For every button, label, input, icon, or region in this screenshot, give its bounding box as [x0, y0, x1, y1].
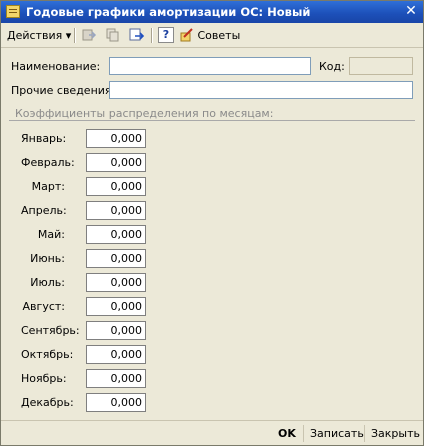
month-field-february[interactable]: 0,000 — [86, 153, 146, 172]
document-window: Годовые графики амортизации ОС: Новый ✕ … — [0, 0, 424, 446]
footer-separator — [364, 425, 365, 442]
actions-menu-label: Действия — [7, 29, 63, 42]
group-divider — [9, 120, 415, 121]
month-label-december: Декабрь: — [21, 396, 74, 409]
actions-menu-button[interactable]: Действия ▾ — [7, 26, 71, 45]
coefficients-group-title: Коэффициенты распределения по месяцам: — [15, 107, 274, 120]
copy-icon[interactable] — [105, 27, 121, 43]
month-label-march: Март: — [31, 180, 65, 193]
save-copy-icon[interactable] — [81, 27, 97, 43]
refresh-icon[interactable] — [129, 27, 145, 43]
document-icon — [6, 5, 20, 18]
toolbar: Действия ▾ ? Советы — [1, 24, 423, 48]
month-field-october[interactable]: 0,000 — [86, 345, 146, 364]
month-label-april: Апрель: — [21, 204, 67, 217]
month-field-january[interactable]: 0,000 — [86, 129, 146, 148]
month-label-january: Январь: — [21, 132, 67, 145]
save-button[interactable]: Записать — [310, 425, 364, 443]
month-label-september: Сентябрь: — [21, 324, 80, 337]
month-label-august: Август: — [22, 300, 65, 313]
tips-label: Советы — [197, 29, 241, 42]
month-label-february: Февраль: — [21, 156, 75, 169]
month-label-november: Ноябрь: — [21, 372, 67, 385]
title-bar[interactable]: Годовые графики амортизации ОС: Новый ✕ — [1, 1, 423, 23]
other-info-field[interactable] — [109, 81, 413, 99]
close-button[interactable]: Закрыть — [371, 425, 420, 443]
dialog-footer: OK Записать Закрыть — [1, 420, 423, 446]
chevron-down-icon: ▾ — [65, 29, 72, 42]
help-icon[interactable]: ? — [158, 27, 174, 43]
tips-button[interactable]: Советы — [180, 26, 240, 45]
tips-icon — [180, 28, 194, 42]
month-field-november[interactable]: 0,000 — [86, 369, 146, 388]
other-info-label: Прочие сведения: — [11, 84, 116, 97]
month-field-june[interactable]: 0,000 — [86, 249, 146, 268]
ok-button[interactable]: OK — [278, 425, 296, 443]
month-field-august[interactable]: 0,000 — [86, 297, 146, 316]
name-field[interactable] — [109, 57, 311, 75]
code-label: Код: — [319, 60, 345, 73]
month-label-october: Октябрь: — [21, 348, 74, 361]
name-label: Наименование: — [11, 60, 101, 73]
toolbar-separator — [74, 28, 76, 43]
month-field-april[interactable]: 0,000 — [86, 201, 146, 220]
toolbar-separator — [151, 28, 153, 43]
code-field[interactable] — [349, 57, 413, 75]
month-field-july[interactable]: 0,000 — [86, 273, 146, 292]
footer-separator — [303, 425, 304, 442]
window-title: Годовые графики амортизации ОС: Новый — [26, 5, 311, 19]
close-window-button[interactable]: ✕ — [403, 4, 419, 19]
month-label-may: Май: — [37, 228, 65, 241]
month-field-december[interactable]: 0,000 — [86, 393, 146, 412]
month-label-july: Июль: — [30, 276, 65, 289]
month-field-september[interactable]: 0,000 — [86, 321, 146, 340]
month-field-may[interactable]: 0,000 — [86, 225, 146, 244]
month-field-march[interactable]: 0,000 — [86, 177, 146, 196]
month-label-june: Июнь: — [30, 252, 65, 265]
